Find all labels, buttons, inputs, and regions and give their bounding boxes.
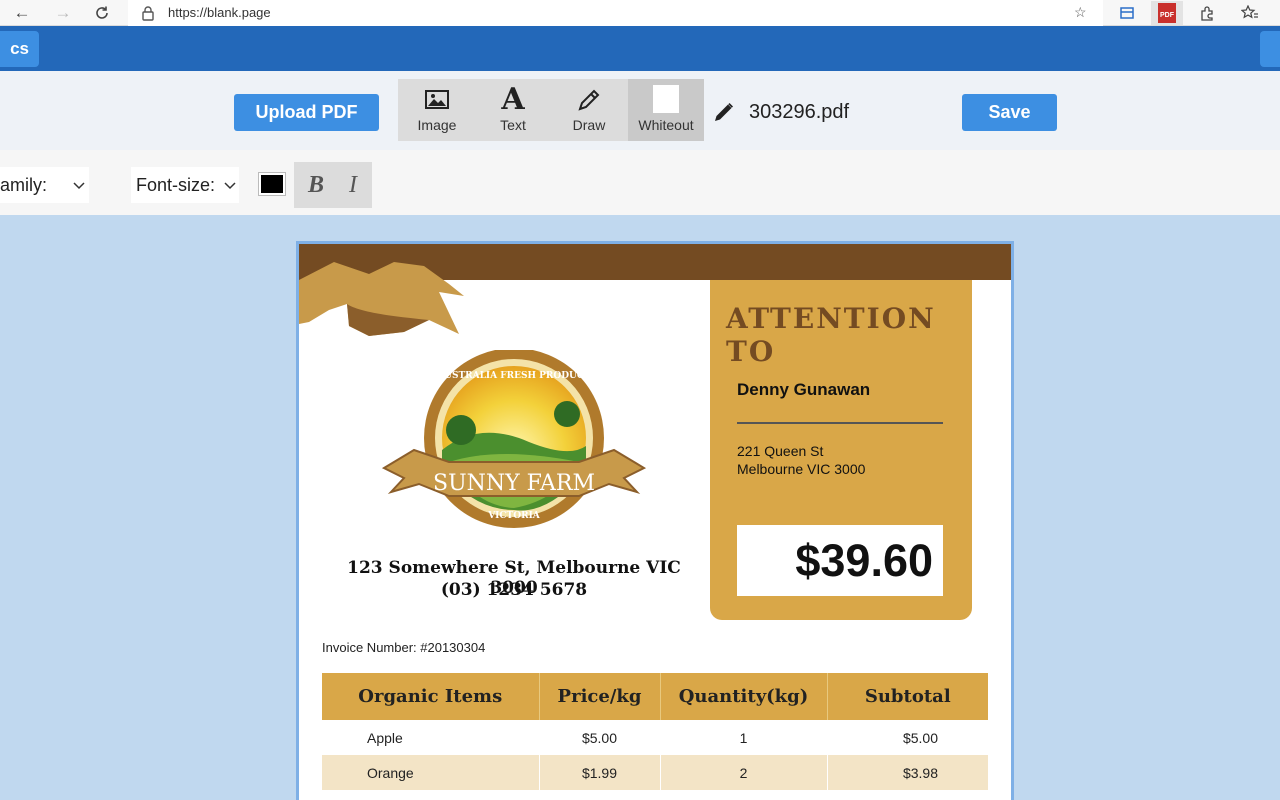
amount-box: $39.60	[737, 525, 943, 596]
text-tool-button[interactable]: A Text	[476, 79, 550, 141]
back-arrow-icon[interactable]: ←	[12, 3, 32, 23]
table-cell: $5.00	[581, 729, 618, 746]
bold-button[interactable]: B	[301, 170, 331, 200]
pdf-page[interactable]: ATTENTION TO Denny Gunawan 221 Queen St …	[296, 241, 1014, 800]
logo-bottom-text: VICTORIA	[487, 511, 541, 521]
edit-filename-icon[interactable]	[713, 101, 735, 123]
logo-top-text: AUSTRALIA FRESH PRODUCE	[436, 371, 591, 381]
svg-text:PDF: PDF	[1160, 12, 1175, 19]
recipient-address-line1: 221 Queen St	[737, 443, 824, 459]
docs-tab[interactable]: cs	[0, 31, 39, 67]
draw-tool-button[interactable]: Draw	[550, 79, 628, 141]
farm-phone: (03) 1234 5678	[440, 580, 588, 600]
table-cell: $3.98	[827, 755, 988, 790]
tool-group: Image A Text Draw Whiteout	[398, 79, 704, 141]
logo-name-text: SUNNY FARM	[433, 471, 595, 496]
editor-toolbar: Upload PDF Image A Text Draw Whiteout 30…	[0, 71, 1280, 150]
file-name[interactable]: 303296.pdf	[749, 101, 849, 124]
url-text: https://blank.page	[168, 5, 271, 20]
farm-logo-icon: SUNNY FARM AUSTRALIA FRESH PRODUCE VICTO…	[381, 348, 647, 528]
image-tool-label: Image	[417, 117, 457, 133]
font-family-select[interactable]: amily:	[0, 167, 89, 203]
right-tab[interactable]	[1260, 31, 1280, 67]
recipient-address-line2: Melbourne VIC 3000	[737, 461, 866, 477]
app-header: cs	[0, 26, 1280, 71]
table-cell: Orange	[322, 755, 540, 790]
table-header-subtotal: Subtotal	[827, 673, 988, 720]
color-swatch-fill	[261, 175, 283, 193]
divider	[737, 422, 943, 424]
font-size-select[interactable]: Font-size:	[131, 167, 239, 203]
table-cell: Apple	[367, 729, 403, 746]
chevron-down-icon	[73, 182, 85, 190]
table-row: Apple $5.00 1 $5.00	[322, 720, 988, 755]
image-icon	[398, 83, 476, 117]
draw-tool-label: Draw	[572, 117, 606, 133]
text-icon: A	[501, 82, 525, 117]
italic-button[interactable]: I	[338, 170, 368, 200]
browser-toolbar: ← → https://blank.page ☆ PDF	[0, 0, 1280, 26]
text-style-group: B I	[294, 162, 372, 208]
text-tool-label: Text	[500, 117, 526, 133]
table-header-price: Price/kg	[539, 673, 661, 720]
save-button[interactable]: Save	[962, 94, 1057, 131]
lock-icon	[142, 6, 154, 21]
table-header-items: Organic Items	[322, 673, 540, 720]
whiteout-tool-button[interactable]: Whiteout	[628, 79, 704, 141]
attention-box: ATTENTION TO Denny Gunawan 221 Queen St …	[710, 280, 972, 620]
format-bar: amily: Font-size: B I	[0, 150, 1280, 215]
table-cell: 2	[660, 755, 828, 790]
pdf-extension-icon[interactable]: PDF	[1151, 1, 1183, 25]
table-header-quantity: Quantity(kg)	[660, 673, 828, 720]
recipient-name: Denny Gunawan	[737, 380, 871, 399]
font-family-label: amily:	[0, 175, 48, 195]
image-tool-button[interactable]: Image	[398, 79, 476, 141]
sunny-farm-logo: SUNNY FARM AUSTRALIA FRESH PRODUCE VICTO…	[379, 348, 649, 545]
favorites-icon[interactable]	[1234, 1, 1266, 25]
upload-pdf-button[interactable]: Upload PDF	[234, 94, 379, 131]
reload-icon[interactable]	[92, 3, 112, 23]
items-table: Organic Items Price/kg Quantity(kg) Subt…	[322, 673, 988, 790]
text-color-picker[interactable]	[258, 172, 286, 196]
ribbon-decoration-icon	[299, 262, 464, 336]
table-cell: $5.00	[902, 729, 938, 746]
table-cell: $1.99	[539, 755, 661, 790]
invoice-number: Invoice Number: #20130304	[322, 640, 486, 655]
extensions-icon[interactable]	[1191, 1, 1223, 25]
table-header-row: Organic Items Price/kg Quantity(kg) Subt…	[322, 673, 988, 720]
add-favorite-icon[interactable]: ☆	[1074, 4, 1087, 21]
font-size-label: Font-size:	[136, 175, 216, 195]
table-row: Orange $1.99 2 $3.98	[322, 755, 988, 790]
forward-arrow-icon[interactable]: →	[53, 3, 73, 23]
address-bar[interactable]: https://blank.page ☆	[128, 0, 1103, 26]
chevron-down-icon	[224, 182, 236, 190]
amount-due: $39.60	[795, 535, 933, 586]
table-cell: 1	[739, 729, 748, 746]
attention-title: ATTENTION TO	[726, 302, 936, 368]
whiteout-tool-label: Whiteout	[638, 117, 694, 133]
pencil-icon	[550, 83, 628, 117]
collections-icon[interactable]	[1111, 1, 1143, 25]
whiteout-icon	[628, 83, 704, 117]
